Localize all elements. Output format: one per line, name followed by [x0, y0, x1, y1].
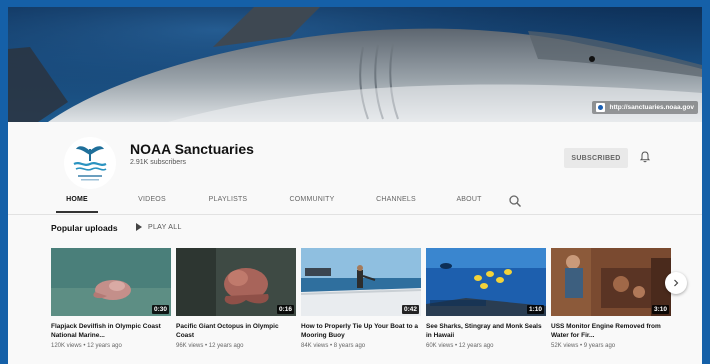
video-meta: 84K views • 8 years ago	[301, 343, 366, 349]
whale-tail-logo-icon	[73, 146, 107, 181]
video-card[interactable]: 3:10 USS Monitor Engine Removed from Wat…	[551, 248, 671, 349]
next-arrow-button[interactable]	[665, 272, 687, 294]
video-duration: 0:42	[401, 305, 419, 314]
video-duration: 0:30	[151, 305, 169, 314]
subscribed-button[interactable]: SUBSCRIBED	[564, 148, 628, 168]
channel-tabs: HOME VIDEOS PLAYLISTS COMMUNITY CHANNELS…	[56, 191, 522, 213]
bell-icon[interactable]	[639, 151, 651, 163]
tab-community[interactable]: COMMUNITY	[282, 191, 342, 213]
video-duration: 0:16	[276, 305, 294, 314]
banner-link-text: http://sanctuaries.noaa.gov	[609, 104, 694, 111]
tab-about[interactable]: ABOUT	[452, 191, 486, 213]
video-title[interactable]: How to Properly Tie Up Your Boat to a Mo…	[301, 322, 421, 340]
banner-website-link[interactable]: http://sanctuaries.noaa.gov	[592, 101, 698, 114]
play-all-button[interactable]: PLAY ALL	[136, 223, 182, 231]
header-divider	[8, 214, 702, 215]
video-card[interactable]: 1:10 See Sharks, Stingray and Monk Seals…	[426, 248, 546, 349]
video-meta: 120K views • 12 years ago	[51, 343, 122, 349]
youtube-channel-page: http://sanctuaries.noaa.gov NOAA Sanctua…	[8, 7, 702, 364]
video-thumbnail[interactable]: 3:10	[551, 248, 671, 316]
video-meta: 52K views • 9 years ago	[551, 343, 616, 349]
tab-channels[interactable]: CHANNELS	[370, 191, 422, 213]
search-icon[interactable]	[508, 194, 522, 208]
video-duration: 1:10	[526, 305, 544, 314]
video-meta: 60K views • 12 years ago	[426, 343, 494, 349]
play-all-label: PLAY ALL	[148, 223, 182, 231]
video-thumbnail[interactable]: 0:16	[176, 248, 296, 316]
video-card[interactable]: 0:42 How to Properly Tie Up Your Boat to…	[301, 248, 421, 349]
video-thumbnail[interactable]: 1:10	[426, 248, 546, 316]
video-title[interactable]: Flapjack Devilfish in Olympic Coast Nati…	[51, 322, 171, 340]
video-shelf: 0:30 Flapjack Devilfish in Olympic Coast…	[51, 248, 691, 364]
video-card[interactable]: 0:16 Pacific Giant Octopus in Olympic Co…	[176, 248, 296, 349]
section-title: Popular uploads	[51, 223, 118, 233]
video-title[interactable]: USS Monitor Engine Removed from Water fo…	[551, 322, 671, 340]
video-meta: 96K views • 12 years ago	[176, 343, 244, 349]
tab-videos[interactable]: VIDEOS	[135, 191, 169, 213]
chevron-right-icon	[674, 279, 679, 287]
channel-banner: http://sanctuaries.noaa.gov	[8, 7, 702, 122]
website-icon	[596, 103, 606, 112]
video-thumbnail[interactable]: 0:42	[301, 248, 421, 316]
channel-header: NOAA Sanctuaries 2.91K subscribers SUBSC…	[8, 122, 702, 214]
tab-home[interactable]: HOME	[56, 191, 98, 213]
video-thumbnail[interactable]: 0:30	[51, 248, 171, 316]
subscriber-count: 2.91K subscribers	[130, 159, 187, 166]
channel-avatar[interactable]	[64, 137, 116, 189]
tab-playlists[interactable]: PLAYLISTS	[202, 191, 254, 213]
video-duration: 3:10	[651, 305, 669, 314]
video-card[interactable]: 0:30 Flapjack Devilfish in Olympic Coast…	[51, 248, 171, 349]
video-title[interactable]: See Sharks, Stingray and Monk Seals in H…	[426, 322, 546, 340]
play-icon	[136, 223, 142, 231]
channel-name: NOAA Sanctuaries	[130, 141, 254, 157]
video-title[interactable]: Pacific Giant Octopus in Olympic Coast	[176, 322, 296, 340]
